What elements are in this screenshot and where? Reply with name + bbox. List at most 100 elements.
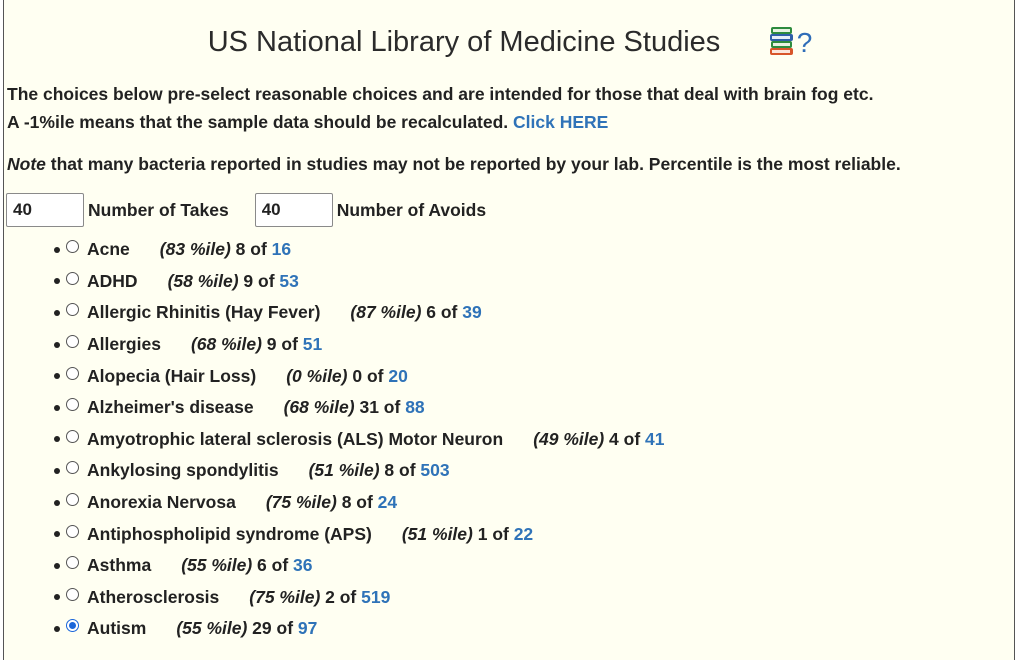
condition-radio[interactable] — [66, 271, 79, 285]
condition-percentile: (83 %ile) — [159, 239, 231, 260]
condition-item[interactable]: Alzheimer's disease (68 %ile) 31 of 88 — [4, 392, 665, 424]
bullet-icon — [54, 436, 60, 443]
condition-item[interactable]: Atherosclerosis (75 %ile) 2 of 519 — [4, 582, 665, 614]
condition-count: 2 of — [320, 586, 362, 607]
condition-count: 9 of — [261, 334, 303, 355]
condition-percentile: (68 %ile) — [190, 334, 262, 355]
condition-name: Anorexia Nervosa — [87, 492, 236, 513]
condition-radio[interactable] — [66, 303, 79, 317]
condition-total-link[interactable]: 39 — [462, 302, 481, 323]
bullet-icon — [54, 562, 60, 569]
condition-total-link[interactable]: 53 — [279, 271, 298, 292]
help-link[interactable]: ? — [797, 27, 813, 58]
condition-name: Acne — [87, 239, 130, 260]
condition-radio[interactable] — [66, 524, 79, 538]
condition-item[interactable]: Allergic Rhinitis (Hay Fever) (87 %ile) 6… — [4, 297, 665, 329]
note-text: Note that many bacteria reported in stud… — [7, 154, 901, 175]
condition-total-link[interactable]: 519 — [361, 587, 390, 608]
condition-item[interactable]: Anorexia Nervosa (75 %ile) 8 of 24 — [4, 487, 665, 519]
condition-count: 29 of — [247, 618, 298, 639]
condition-radio[interactable] — [66, 366, 79, 380]
condition-radio[interactable] — [66, 429, 79, 443]
condition-percentile: (51 %ile) — [308, 460, 380, 481]
avoids-label: Number of Avoids — [336, 199, 487, 220]
condition-name: Ankylosing spondylitis — [87, 460, 279, 481]
condition-total-link[interactable]: 51 — [303, 334, 322, 355]
condition-name: Allergic Rhinitis (Hay Fever) — [87, 302, 321, 323]
condition-total-link[interactable]: 16 — [272, 239, 291, 260]
condition-count: 9 of — [238, 270, 280, 291]
condition-count: 6 of — [252, 555, 294, 576]
condition-count: 1 of — [472, 523, 514, 544]
click-here-link[interactable]: Click HERE — [513, 112, 608, 132]
condition-radio[interactable] — [66, 493, 79, 507]
count-controls: Number of Takes Number of Avoids — [6, 192, 486, 228]
condition-total-link[interactable]: 97 — [298, 618, 317, 639]
condition-count: 31 of — [354, 397, 406, 418]
condition-count: 8 of — [230, 239, 272, 260]
note-label: Note — [7, 154, 46, 174]
takes-input[interactable] — [6, 193, 84, 227]
condition-name: Autism — [87, 618, 147, 639]
condition-item[interactable]: Autism (55 %ile) 29 of 97 — [4, 613, 665, 645]
intro-text: The choices below pre-select reasonable … — [7, 84, 874, 104]
bullet-icon — [54, 499, 60, 506]
books-icon[interactable] — [769, 26, 795, 56]
bullet-icon — [54, 625, 60, 632]
condition-item[interactable]: Acne (83 %ile) 8 of 16 — [4, 234, 665, 266]
bullet-icon — [54, 341, 60, 348]
condition-item[interactable]: Amyotrophic lateral sclerosis (ALS) Moto… — [4, 424, 665, 456]
condition-radio[interactable] — [66, 335, 79, 349]
condition-radio[interactable] — [66, 398, 79, 412]
bullet-icon — [54, 373, 60, 380]
bullet-icon — [54, 246, 60, 253]
avoids-input[interactable] — [254, 193, 333, 227]
bullet-icon — [54, 467, 60, 474]
condition-item[interactable]: ADHD (58 %ile) 9 of 53 — [4, 266, 665, 298]
recalc-text: A -1%ile means that the sample data shou… — [7, 112, 608, 133]
condition-percentile: (75 %ile) — [265, 492, 337, 513]
page-title: US National Library of Medicine Studies — [207, 26, 721, 58]
condition-percentile: (51 %ile) — [401, 523, 473, 544]
condition-total-link[interactable]: 41 — [645, 429, 664, 450]
condition-name: ADHD — [87, 270, 138, 291]
condition-item[interactable]: Asthma (55 %ile) 6 of 36 — [4, 550, 665, 582]
condition-total-link[interactable]: 88 — [405, 397, 424, 418]
condition-count: 0 of — [347, 365, 389, 386]
condition-radio[interactable] — [66, 619, 79, 633]
condition-total-link[interactable]: 20 — [388, 366, 407, 387]
condition-count: 8 of — [336, 492, 378, 513]
condition-name: Allergies — [87, 334, 161, 355]
condition-item[interactable]: Ankylosing spondylitis (51 %ile) 8 of 503 — [4, 455, 665, 487]
condition-count: 4 of — [604, 428, 646, 449]
condition-name: Atherosclerosis — [87, 586, 220, 607]
main-panel: US National Library of Medicine Studies … — [3, 0, 1015, 660]
condition-name: Asthma — [87, 555, 152, 576]
condition-total-link[interactable]: 24 — [378, 492, 397, 513]
condition-name: Amyotrophic lateral sclerosis (ALS) Moto… — [87, 428, 504, 449]
condition-percentile: (55 %ile) — [176, 618, 248, 639]
condition-name: Alopecia (Hair Loss) — [87, 365, 257, 386]
bullet-icon — [54, 594, 60, 601]
condition-percentile: (87 %ile) — [350, 302, 422, 323]
condition-total-link[interactable]: 22 — [514, 524, 533, 545]
condition-item[interactable]: Allergies (68 %ile) 9 of 51 — [4, 329, 665, 361]
condition-count: 8 of — [379, 460, 421, 481]
bullet-icon — [54, 309, 60, 316]
condition-percentile: (58 %ile) — [167, 270, 239, 291]
condition-total-link[interactable]: 36 — [293, 555, 312, 576]
condition-total-link[interactable]: 503 — [420, 460, 449, 481]
condition-name: Antiphospholipid syndrome (APS) — [87, 523, 372, 544]
bullet-icon — [54, 531, 60, 538]
condition-percentile: (49 %ile) — [533, 428, 605, 449]
note-message: that many bacteria reported in studies m… — [45, 154, 901, 174]
condition-radio[interactable] — [66, 556, 79, 570]
condition-item[interactable]: Antiphospholipid syndrome (APS) (51 %ile)… — [4, 518, 665, 550]
condition-radio[interactable] — [66, 240, 79, 254]
condition-radio[interactable] — [66, 587, 79, 601]
condition-count: 6 of — [421, 302, 463, 323]
condition-percentile: (68 %ile) — [283, 397, 355, 418]
condition-radio[interactable] — [66, 461, 79, 475]
condition-percentile: (55 %ile) — [181, 555, 253, 576]
condition-item[interactable]: Alopecia (Hair Loss) (0 %ile) 0 of 20 — [4, 360, 665, 392]
